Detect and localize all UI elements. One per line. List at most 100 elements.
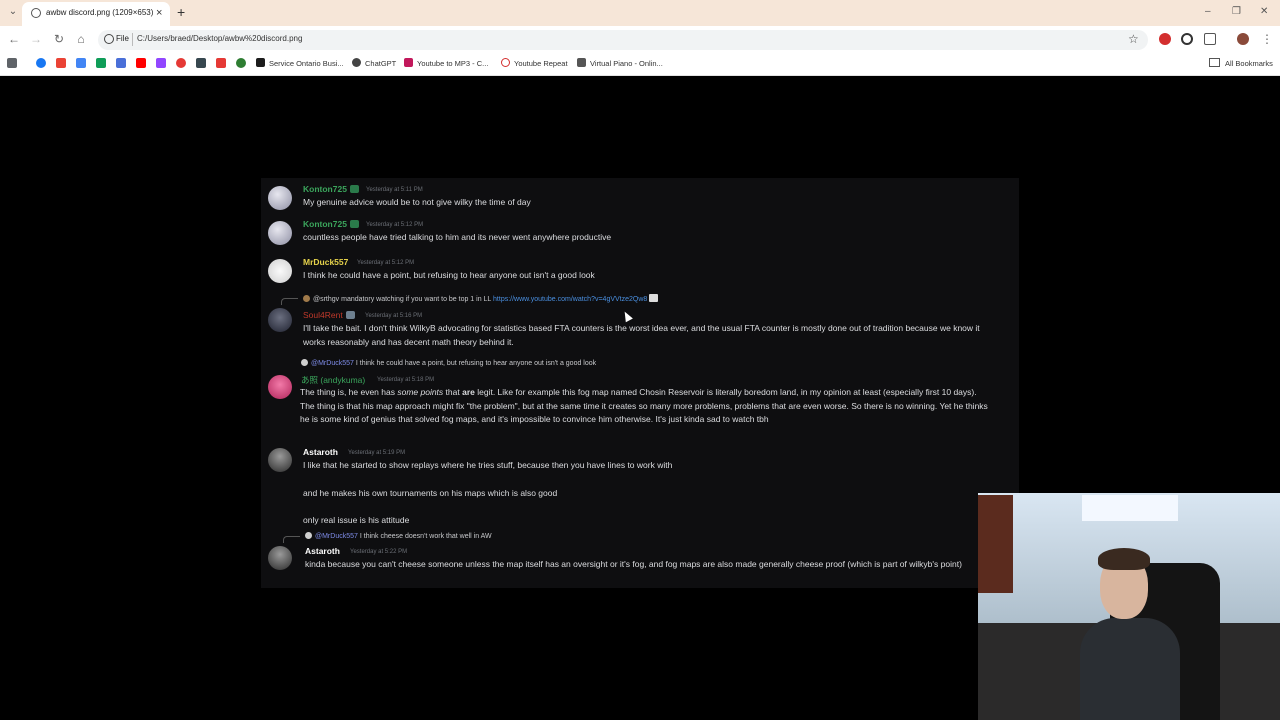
bookmark-label: Youtube Repeat — [514, 59, 568, 68]
reply-mention: @srthgv — [313, 296, 340, 303]
apps-grid-icon[interactable] — [7, 58, 17, 68]
bookmark-star-icon[interactable]: ☆ — [1128, 32, 1139, 46]
profile-avatar[interactable] — [1237, 33, 1249, 45]
shield-icon — [256, 58, 265, 67]
menu-kebab-icon[interactable]: ⋮ — [1260, 32, 1274, 46]
divider — [132, 33, 133, 46]
bookmark-chatgpt[interactable]: ChatGPT — [352, 57, 396, 71]
bookmark-virtual-piano[interactable]: Virtual Piano - Onlin... — [577, 57, 663, 71]
message-text: The thing is, he even has some points th… — [300, 386, 990, 427]
sheets-icon[interactable] — [96, 58, 106, 68]
red-bookmark-icon[interactable] — [216, 58, 226, 68]
dark-bookmark-icon[interactable] — [196, 58, 206, 68]
chatgpt-icon — [352, 58, 361, 67]
bookmark-service-ontario[interactable]: Service Ontario Busi... — [256, 57, 344, 71]
extension-icon-red[interactable] — [1159, 33, 1171, 45]
username[interactable]: Konton725 — [303, 184, 359, 194]
username[interactable]: MrDuck557 — [303, 257, 348, 267]
bookmark-label: Service Ontario Busi... — [269, 59, 344, 68]
avatar[interactable] — [268, 308, 292, 332]
image-icon — [649, 294, 659, 302]
timestamp: Yesterday at 5:12 PM — [366, 222, 424, 228]
all-bookmarks-label: All Bookmarks — [1225, 59, 1273, 68]
username-text: Konton725 — [303, 184, 347, 194]
reply-text: I think he could have a point, but refus… — [355, 360, 597, 367]
twitch-icon[interactable] — [156, 58, 166, 68]
facebook-icon[interactable] — [36, 58, 46, 68]
avatar[interactable] — [268, 448, 292, 472]
message-text: kinda because you can't cheese someone u… — [305, 559, 962, 569]
green-bookmark-icon[interactable] — [236, 58, 246, 68]
message-text: I think he could have a point, but refus… — [303, 270, 595, 280]
home-icon[interactable]: ⌂ — [74, 32, 88, 46]
webcam-poster — [978, 495, 1013, 593]
reply-connector — [283, 536, 300, 543]
timestamp: Yesterday at 5:22 PM — [350, 549, 408, 555]
reply-link[interactable]: https://www.youtube.com/watch?v=4gVVtze2… — [493, 296, 647, 303]
reply-avatar-icon — [303, 295, 310, 302]
reply-mention: @MrDuck557 — [315, 533, 358, 540]
scheme-label: File — [116, 34, 129, 43]
username[interactable]: Astaroth — [303, 447, 338, 457]
text-bold: are — [462, 387, 475, 397]
url-text[interactable]: C:/Users/braed/Desktop/awbw%20discord.pn… — [137, 34, 302, 43]
tab-active[interactable]: awbw discord.png (1209×653) × — [22, 2, 170, 26]
username[interactable]: Astaroth — [305, 546, 340, 556]
close-tab-icon[interactable]: × — [156, 6, 162, 20]
discord-chat-image: Konton725 Yesterday at 5:11 PM My genuin… — [261, 178, 1019, 588]
forward-arrow-icon[interactable]: → — [29, 32, 43, 46]
message-text: and he makes his own tournaments on his … — [303, 488, 558, 498]
new-tab-button[interactable]: + — [177, 4, 185, 20]
docs-icon[interactable] — [76, 58, 86, 68]
message-text: I like that he started to show replays w… — [303, 460, 673, 470]
username[interactable]: Soul4Rent — [303, 310, 355, 320]
username[interactable]: あ照 (andykuma) — [301, 374, 365, 386]
timestamp: Yesterday at 5:19 PM — [348, 450, 406, 456]
webcam-person-body — [1080, 618, 1180, 720]
message-text: My genuine advice would be to not give w… — [303, 197, 531, 207]
username-text: Konton725 — [303, 219, 347, 229]
avatar[interactable] — [268, 375, 292, 399]
gmail-icon[interactable] — [56, 58, 66, 68]
timestamp: Yesterday at 5:18 PM — [377, 377, 435, 383]
reply-preview[interactable]: @MrDuck557 I think he could have a point… — [301, 359, 596, 367]
reply-preview[interactable]: @MrDuck557 I think cheese doesn't work t… — [305, 532, 492, 540]
reply-connector — [281, 298, 298, 305]
timestamp: Yesterday at 5:11 PM — [366, 187, 423, 193]
message-text: countless people have tried talking to h… — [303, 232, 612, 242]
webcam-window-light — [1082, 495, 1178, 521]
bookmark-youtube-to-mp3[interactable]: Youtube to MP3 - C... — [404, 57, 488, 71]
reply-preview[interactable]: @srthgv mandatory watching if you want t… — [303, 294, 659, 303]
text-segment: that — [443, 387, 463, 397]
avatar[interactable] — [268, 186, 292, 210]
minimize-button[interactable]: – — [1205, 5, 1211, 19]
tab-search-chevron-icon[interactable]: ⌄ — [6, 5, 20, 19]
timestamp: Yesterday at 5:12 PM — [357, 260, 415, 266]
bookmark-label: Youtube to MP3 - C... — [417, 59, 489, 68]
username[interactable]: Konton725 — [303, 219, 359, 229]
back-arrow-icon[interactable]: ← — [7, 32, 21, 46]
extensions-puzzle-icon[interactable] — [1204, 33, 1216, 45]
tab-title: awbw discord.png (1209×653) — [46, 8, 154, 17]
red-circle-bookmark-icon[interactable] — [176, 58, 186, 68]
text-segment: The thing is, he even has — [300, 387, 398, 397]
close-window-button[interactable]: ✕ — [1260, 5, 1268, 19]
all-bookmarks-button[interactable]: All Bookmarks — [1209, 57, 1273, 71]
restore-button[interactable]: ❐ — [1232, 5, 1241, 19]
youtube-icon[interactable] — [136, 58, 146, 68]
avatar[interactable] — [268, 546, 292, 570]
site-info-icon[interactable] — [104, 34, 114, 44]
avatar[interactable] — [268, 259, 292, 283]
address-bar[interactable]: File C:/Users/braed/Desktop/awbw%20disco… — [98, 30, 1148, 50]
bookmark-youtube-repeat[interactable]: Youtube Repeat — [501, 57, 568, 71]
reload-icon[interactable]: ↻ — [52, 32, 66, 46]
extension-bookmark-icon[interactable] — [116, 58, 126, 68]
globe-icon — [31, 8, 41, 18]
avatar[interactable] — [268, 221, 292, 245]
message-text: I'll take the bait. I don't think WilkyB… — [303, 323, 980, 347]
extension-icon-sync[interactable] — [1181, 33, 1193, 45]
reply-text: mandatory watching if you want to be top… — [341, 296, 492, 303]
role-badge-icon — [349, 185, 359, 193]
bookmark-label: ChatGPT — [365, 59, 397, 68]
text-italic: some points — [397, 387, 444, 397]
